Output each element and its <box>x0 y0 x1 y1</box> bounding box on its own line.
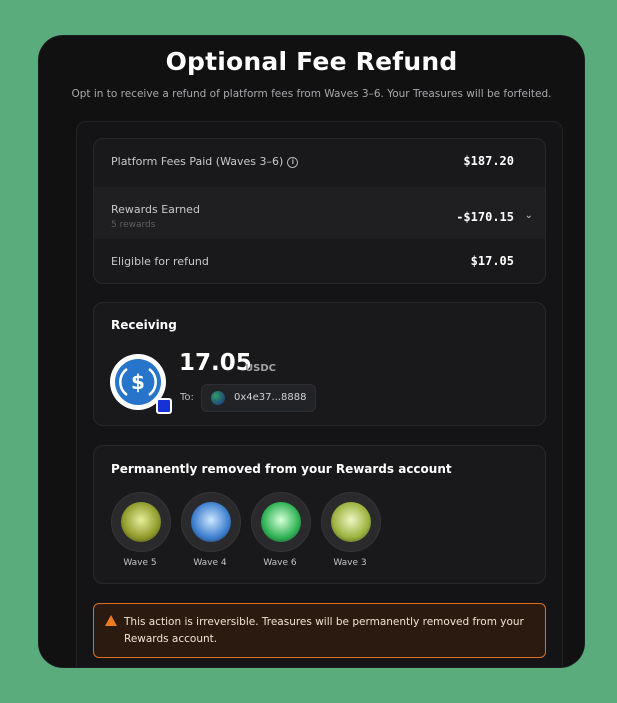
irreversible-warning: This action is irreversible. Treasures w… <box>93 603 546 658</box>
modal-body: Platform Fees Paid (Waves 3–6) i $187.20 … <box>76 121 563 667</box>
warning-text: This action is irreversible. Treasures w… <box>124 616 524 645</box>
removed-treasures-card: Permanently removed from your Rewards ac… <box>93 445 546 584</box>
info-icon[interactable]: i <box>287 157 299 168</box>
fees-summary-card: Platform Fees Paid (Waves 3–6) i $187.20 … <box>93 138 546 284</box>
wave-4-treasure-icon <box>181 492 241 552</box>
rewards-earned-label: Rewards Earned <box>111 203 200 216</box>
warning-icon <box>105 615 117 626</box>
wave-6-treasure-icon <box>251 492 311 552</box>
badge-label-wave-5: Wave 5 <box>123 558 157 568</box>
wallet-avatar-icon <box>211 391 225 405</box>
rewards-earned-row[interactable]: Rewards Earned 5 rewards -$170.15 ⌄ <box>94 187 545 239</box>
fee-refund-modal: Optional Fee Refund Opt in to receive a … <box>39 36 584 667</box>
rewards-count: 5 rewards <box>111 220 156 230</box>
chevron-down-icon[interactable]: ⌄ <box>525 210 533 221</box>
network-badge-icon <box>156 398 172 414</box>
svg-text:$: $ <box>131 370 145 394</box>
receiving-title: Receiving <box>111 318 177 332</box>
modal-title: Optional Fee Refund <box>165 47 458 76</box>
receive-unit: USDC <box>245 363 276 374</box>
wave-5-treasure-icon <box>111 492 171 552</box>
badge-label-wave-4: Wave 4 <box>193 558 227 568</box>
receiving-card: Receiving $ 17.05 USDC To: 0x4e37...8888 <box>93 302 546 426</box>
to-label: To: <box>180 392 194 403</box>
platform-fees-row: Platform Fees Paid (Waves 3–6) i $187.20 <box>94 139 545 187</box>
badge-label-wave-3: Wave 3 <box>333 558 367 568</box>
eligible-row: Eligible for refund $17.05 <box>94 239 545 283</box>
wallet-address-chip[interactable]: 0x4e37...8888 <box>201 384 316 412</box>
badge-label-wave-6: Wave 6 <box>263 558 297 568</box>
wallet-address: 0x4e37...8888 <box>234 392 307 403</box>
platform-fees-label: Platform Fees Paid (Waves 3–6) <box>111 155 284 168</box>
rewards-earned-value: -$170.15 <box>456 210 514 224</box>
modal-subtitle: Opt in to receive a refund of platform f… <box>71 88 552 100</box>
receive-amount: 17.05 <box>179 350 252 376</box>
platform-fees-value: $187.20 <box>463 154 514 168</box>
removed-title: Permanently removed from your Rewards ac… <box>111 462 452 476</box>
eligible-value: $17.05 <box>470 254 514 268</box>
eligible-label: Eligible for refund <box>111 255 209 268</box>
wave-3-treasure-icon <box>321 492 381 552</box>
